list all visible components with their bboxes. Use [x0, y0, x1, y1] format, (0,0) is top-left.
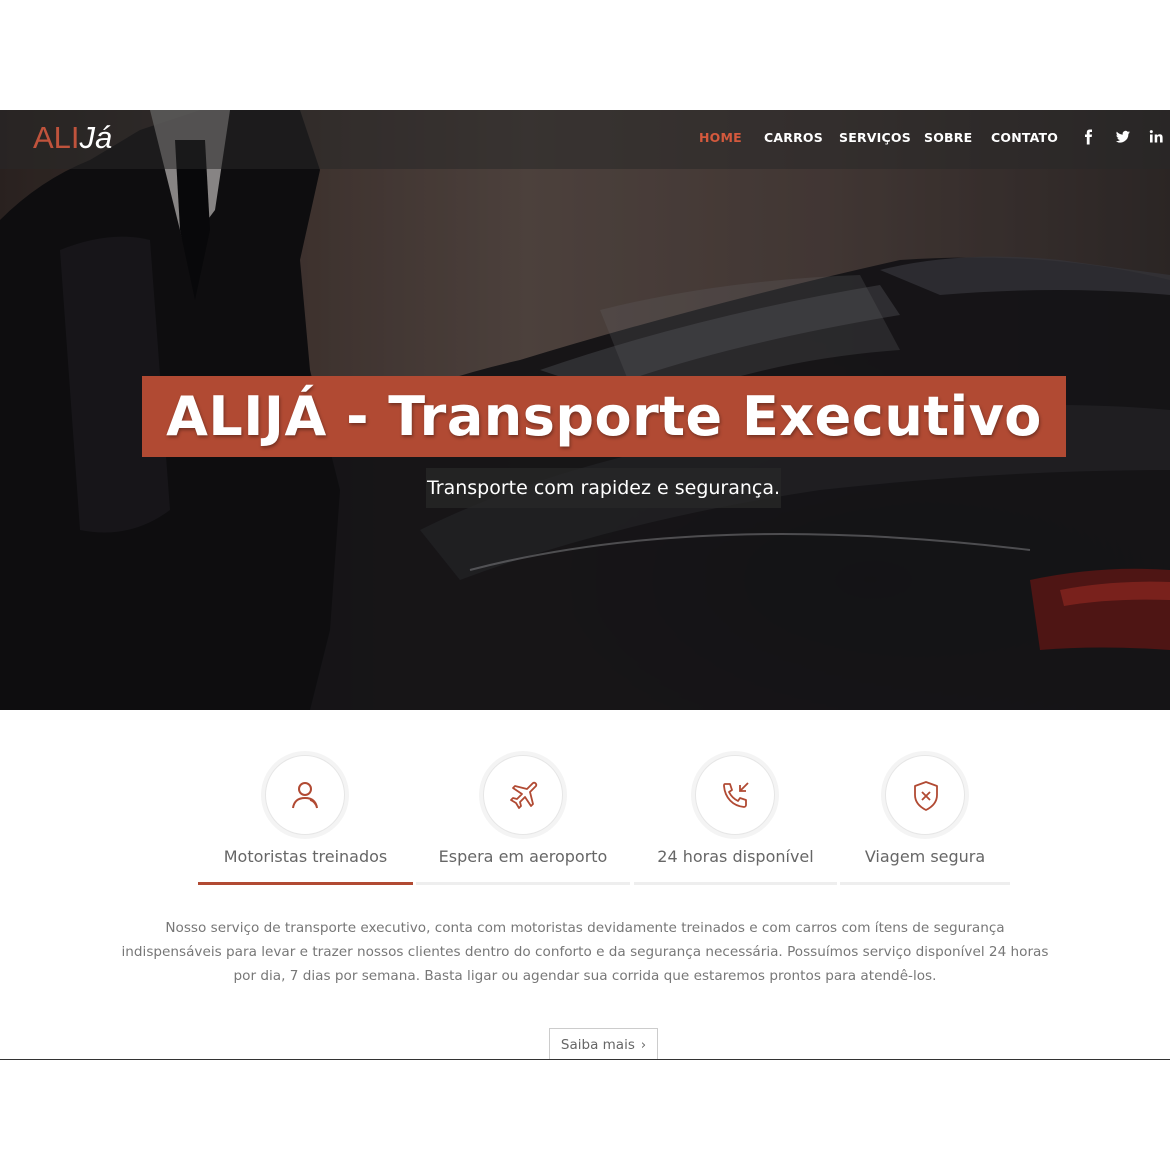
facebook-icon[interactable] [1080, 128, 1098, 146]
feature-icon-circle [695, 755, 775, 835]
feature-description: Nosso serviço de transporte executivo, c… [121, 920, 1049, 984]
airplane-icon [510, 781, 538, 809]
chevron-right-icon: › [640, 1038, 647, 1053]
feature-label: Viagem segura [864, 847, 986, 866]
feature-icon-circle [483, 755, 563, 835]
feature-active-indicator [198, 882, 413, 885]
feature-icon-circle [265, 755, 345, 835]
saiba-mais-button[interactable]: Saiba mais › [549, 1028, 658, 1060]
feature-indicator [634, 882, 837, 885]
features-section: Motoristas treinados Espera em aeroporto… [0, 710, 1170, 1060]
hero-subtitle: Transporte com rapidez e segurança. [426, 477, 781, 499]
hero-title: ALIJÁ - Transporte Executivo [166, 385, 1042, 448]
feature-label: Motoristas treinados [223, 847, 388, 866]
feature-icon-circle [885, 755, 965, 835]
nav-contato[interactable]: CONTATO [991, 130, 1058, 145]
phone-incoming-icon [723, 782, 749, 808]
nav-servicos[interactable]: SERVIÇOS [839, 130, 911, 145]
linkedin-icon[interactable] [1148, 128, 1166, 146]
main-nav: HOME CARROS SERVIÇOS SOBRE CONTATO [0, 130, 1170, 150]
feature-tab-24horas[interactable]: 24 horas disponível [634, 710, 837, 890]
saiba-mais-label: Saiba mais [560, 1037, 635, 1053]
nav-sobre[interactable]: SOBRE [924, 130, 972, 145]
nav-carros[interactable]: CARROS [764, 130, 823, 145]
hero-subtitle-box: Transporte com rapidez e segurança. [426, 468, 781, 508]
feature-tab-motoristas[interactable]: Motoristas treinados [198, 710, 413, 890]
feature-label: Espera em aeroporto [438, 847, 608, 866]
feature-tab-viagem[interactable]: Viagem segura [840, 710, 1010, 890]
feature-label: 24 horas disponível [657, 847, 814, 866]
feature-indicator [840, 882, 1010, 885]
hero-banner: ALIJá HOME CARROS SERVIÇOS SOBRE CONTATO… [0, 110, 1170, 710]
divider [0, 1059, 1170, 1060]
feature-tab-aeroporto[interactable]: Espera em aeroporto [416, 710, 630, 890]
navbar: ALIJá HOME CARROS SERVIÇOS SOBRE CONTATO [0, 110, 1170, 169]
hero-title-box: ALIJÁ - Transporte Executivo [142, 376, 1066, 457]
twitter-icon[interactable] [1114, 128, 1132, 146]
nav-home[interactable]: HOME [699, 130, 742, 145]
user-icon [292, 782, 318, 809]
feature-indicator [416, 882, 630, 885]
website: ALIJá HOME CARROS SERVIÇOS SOBRE CONTATO… [0, 110, 1170, 1060]
shield-icon [914, 781, 938, 811]
